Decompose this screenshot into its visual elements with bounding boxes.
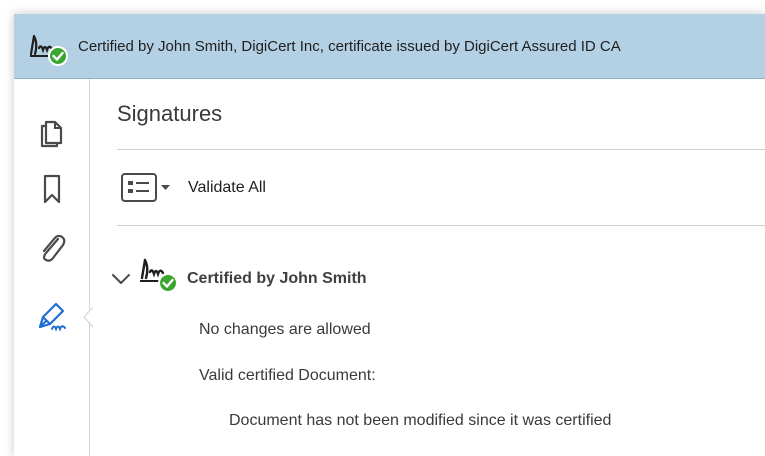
signature-detail-modification: Document has not been modified since it … — [229, 412, 612, 429]
paperclip-icon — [42, 234, 66, 262]
bookmark-icon — [43, 174, 61, 204]
divider — [117, 225, 765, 226]
validate-options-button[interactable] — [121, 173, 173, 203]
navigation-pane — [14, 79, 93, 456]
signature-entry-title[interactable]: Certified by John Smith — [187, 270, 367, 288]
certification-text: Certified by John Smith, DigiCert Inc, c… — [78, 38, 621, 55]
pages-icon — [40, 120, 63, 148]
nav-signatures-button[interactable] — [34, 299, 70, 335]
divider — [117, 149, 765, 150]
signature-detail-validity: Valid certified Document: — [199, 367, 376, 384]
window: Certified by John Smith, DigiCert Inc, c… — [14, 14, 765, 456]
nav-page-thumbnails-button[interactable] — [34, 113, 70, 149]
signature-detail-permissions: No changes are allowed — [199, 321, 371, 338]
nav-bookmarks-button[interactable] — [34, 171, 70, 207]
validate-all-button[interactable]: Validate All — [188, 179, 266, 197]
signatures-panel: Signatures Validate All Certified by Joh… — [91, 79, 765, 456]
signature-certified-icon — [29, 34, 68, 66]
certification-banner: Certified by John Smith, DigiCert Inc, c… — [14, 14, 765, 79]
chevron-down-icon[interactable] — [111, 272, 131, 286]
panel-title: Signatures — [117, 101, 223, 126]
signature-pen-icon — [38, 302, 66, 332]
signature-certified-icon — [140, 258, 178, 293]
list-options-icon — [121, 173, 170, 202]
nav-attachments-button[interactable] — [34, 229, 70, 265]
